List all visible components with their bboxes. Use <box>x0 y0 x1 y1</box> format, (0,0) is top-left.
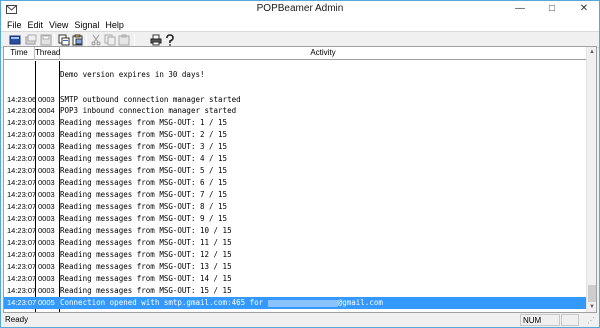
table-row[interactable]: 14:23:07 0003 Reading messages from MSG-OU… <box>4 273 587 285</box>
column-header-thread[interactable]: Thread <box>35 47 60 60</box>
table-row[interactable]: 14:23:07 0003 Reading messages from MSG-OU… <box>4 117 587 129</box>
table-row[interactable]: 14:23:07 0003 Reading messages from MSG-OU… <box>4 285 587 297</box>
save-icon[interactable] <box>40 34 52 46</box>
table-row[interactable]: 14:23:07 0003 Reading messages from MSG-OU… <box>4 129 587 141</box>
caps-lock-indicator <box>561 314 579 326</box>
help-icon[interactable] <box>164 34 176 46</box>
table-row[interactable]: Demo version expires in 30 days! <box>4 69 587 81</box>
table-row[interactable]: 14:23:07 0003 Reading messages from MSG-OU… <box>4 237 587 249</box>
selected-table-row[interactable]: 14:23:07 0005 Connection opened with smt… <box>4 297 587 309</box>
open-icon[interactable] <box>25 34 37 46</box>
log-rows: Demo version expires in 30 days! 14:23:0… <box>4 61 587 312</box>
table-row[interactable] <box>4 81 587 93</box>
menu-view[interactable]: View <box>49 20 68 30</box>
log-header: Time Thread Activity <box>4 47 587 60</box>
scroll-down-icon[interactable]: ▼ <box>587 302 596 312</box>
activity-log[interactable]: Time Thread Activity Demo version expire… <box>3 46 597 313</box>
table-row[interactable]: 14:23:07 0003 Reading messages from MSG-OU… <box>4 213 587 225</box>
paste-icon[interactable] <box>72 34 84 46</box>
title-bar[interactable]: POPBeamer Admin — □ ✕ <box>1 1 599 18</box>
table-row[interactable]: 14:23:07 0003 Reading messages from MSG-OU… <box>4 141 587 153</box>
menu-signal[interactable]: Signal <box>74 20 99 30</box>
toolbar-separator <box>86 34 87 46</box>
table-row[interactable]: 14:23:07 0003 Reading messages from MSG-OU… <box>4 225 587 237</box>
activity-prefix: Connection opened with smtp.gmail.com:46… <box>60 298 264 307</box>
paste-doc-icon[interactable] <box>118 34 130 46</box>
print-icon[interactable] <box>150 34 162 46</box>
minimize-button[interactable]: — <box>507 1 533 18</box>
toolbar-separator <box>54 34 55 46</box>
column-header-time[interactable]: Time <box>4 47 35 60</box>
copy-icon[interactable] <box>58 34 70 46</box>
activity-suffix: @gmail.com <box>337 298 383 307</box>
scroll-thumb[interactable] <box>588 285 596 302</box>
scroll-up-icon[interactable]: ▲ <box>587 47 596 57</box>
status-bar: Ready NUM ⋰ <box>1 314 599 327</box>
copy-doc-icon[interactable] <box>104 34 116 46</box>
status-text: Ready <box>5 315 29 324</box>
vertical-scrollbar[interactable]: ▲ ▼ <box>586 47 596 312</box>
num-lock-indicator: NUM <box>520 314 560 326</box>
close-button[interactable]: ✕ <box>571 1 597 18</box>
menu-bar: File Edit View Signal Help <box>1 18 599 31</box>
menu-file[interactable]: File <box>7 20 22 30</box>
redacted-address <box>267 299 338 307</box>
table-row[interactable]: 14:23:07 0003 Reading messages from MSG-OU… <box>4 165 587 177</box>
table-row[interactable]: 14:23:07 0003 Reading messages from MSG-OU… <box>4 201 587 213</box>
cut-icon[interactable] <box>90 34 102 46</box>
table-row[interactable]: 14:23:06 0004 POP3 inbound connection mana… <box>4 105 587 117</box>
maximize-button[interactable]: □ <box>539 1 565 18</box>
table-row[interactable]: 14:23:07 0003 Reading messages from MSG-OU… <box>4 249 587 261</box>
column-header-activity[interactable]: Activity <box>60 47 587 60</box>
resize-grip-icon[interactable]: ⋰ <box>587 316 597 326</box>
app-window: POPBeamer Admin — □ ✕ File Edit View Sig… <box>0 0 600 328</box>
table-row[interactable]: 14:23:07 0003 Reading messages from MSG-OU… <box>4 177 587 189</box>
table-row[interactable]: 14:23:07 0003 Reading messages from MSG-OU… <box>4 153 587 165</box>
table-row[interactable]: 14:23:07 0003 Reading messages from MSG-OU… <box>4 261 587 273</box>
new-icon[interactable] <box>9 34 21 46</box>
menu-edit[interactable]: Edit <box>28 20 44 30</box>
toolbar-separator <box>134 34 135 46</box>
table-row[interactable]: 14:23:07 0003 Reading messages from MSG-OU… <box>4 189 587 201</box>
menu-help[interactable]: Help <box>105 20 124 30</box>
